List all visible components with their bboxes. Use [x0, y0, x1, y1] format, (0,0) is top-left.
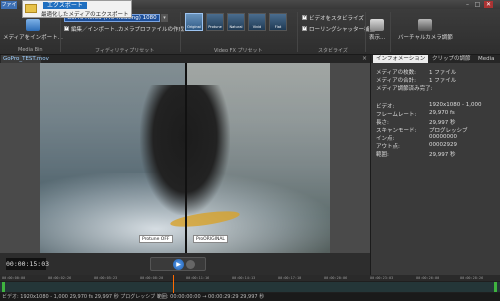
- display-button[interactable]: 表示...: [369, 19, 385, 41]
- timeline-tick: 00:00:23:03: [370, 276, 394, 280]
- info-panel: インフォメーション クリップの調節 Media メディアの枚数: 1 ファイル …: [370, 55, 500, 275]
- timeline-track[interactable]: [0, 282, 500, 292]
- fidelity-preset-group-label: フィディリティプリセット: [95, 48, 155, 54]
- split-divider[interactable]: [185, 63, 187, 253]
- rolling-shutter-checkbox[interactable]: [302, 25, 307, 31]
- import-icon: [25, 19, 40, 31]
- export-optimized-media-item[interactable]: 最適化したメディアのエクスポート: [41, 10, 128, 18]
- divider: [180, 12, 181, 52]
- stabilize-checkbox[interactable]: [302, 14, 307, 20]
- viewer-controls: 00:00:15:03 ▶: [0, 253, 370, 275]
- video-frame[interactable]: Protune OFF ProORIGINAL: [40, 63, 330, 253]
- out-point-marker[interactable]: [494, 282, 497, 292]
- export-dropdown: エクスポート 最適化したメディアのエクスポート: [22, 0, 132, 18]
- info-label: アウト点:: [376, 144, 400, 150]
- timeline[interactable]: 00:00:00:00 00:00:02:26 00:00:05:23 00:0…: [0, 275, 500, 293]
- video-viewer: Protune OFF ProORIGINAL: [0, 63, 370, 253]
- close-tab-icon[interactable]: ×: [362, 55, 367, 63]
- divider: [60, 12, 61, 52]
- in-point-marker[interactable]: [2, 282, 5, 292]
- info-value: 1 ファイル: [429, 70, 457, 76]
- info-value: 1920x1080 - 1,000: [429, 102, 482, 108]
- video-fx-preset-group-label: Video FX プリセット: [214, 48, 263, 54]
- info-label: 範囲:: [376, 152, 389, 158]
- info-label: スキャンモード:: [376, 128, 417, 134]
- preset-label: Vivid: [252, 25, 262, 29]
- divider: [390, 12, 391, 52]
- media-bin-group-label: Media Bin: [18, 47, 43, 53]
- info-value: プログレッシブ: [429, 128, 468, 134]
- status-bar: ビデオ: 1920x1080 - 1,000 29,970 fs 29,997 …: [0, 293, 500, 301]
- preset-vivid[interactable]: Vivid: [248, 13, 266, 31]
- preset-natural[interactable]: Natural: [227, 13, 245, 31]
- import-media-button[interactable]: メディアをインポート...: [3, 19, 63, 41]
- file-menu-button[interactable]: ファイル: [1, 1, 17, 16]
- transport-controls: ▶: [150, 257, 206, 271]
- virtual-camera-button[interactable]: バーチャルカメラ調節: [398, 19, 453, 41]
- tab-information[interactable]: インフォメーション: [373, 55, 429, 63]
- timecode-display: 00:00:15:03: [6, 258, 50, 270]
- info-label: メディアの枚数:: [376, 70, 416, 76]
- info-label: イン点:: [376, 136, 395, 142]
- stabilize-label: ビデオをスタビライズ: [309, 16, 364, 22]
- chevron-down-icon[interactable]: ▾: [161, 14, 168, 22]
- preset-label: Natural: [229, 25, 243, 29]
- camera-icon: [418, 19, 433, 31]
- export-menu-title[interactable]: エクスポート: [43, 2, 87, 9]
- timeline-tick: 00:00:14:13: [232, 276, 256, 280]
- panel-tabs: インフォメーション クリップの調節 Media: [371, 55, 500, 63]
- info-value: 1 ファイル: [429, 78, 457, 84]
- preset-label: Flat: [274, 25, 282, 29]
- import-media-label: メディアをインポート...: [3, 35, 63, 41]
- virtual-camera-label: バーチャルカメラ調節: [398, 35, 453, 41]
- after-tag: ProORIGINAL: [193, 235, 228, 243]
- preset-label: Original: [187, 25, 201, 29]
- close-icon[interactable]: ✕: [484, 1, 493, 8]
- display-icon: [370, 19, 385, 31]
- timeline-ruler[interactable]: 00:00:00:00 00:00:02:26 00:00:05:23 00:0…: [0, 275, 500, 281]
- timeline-tick: 00:00:05:23: [94, 276, 118, 280]
- viewer-tab-bar: GoPro_TEST.mov ×: [0, 55, 370, 63]
- info-value: 29,997 秒: [429, 152, 456, 158]
- timeline-tick: 00:00:00:00: [2, 276, 26, 280]
- timeline-tick: 00:00:02:26: [48, 276, 72, 280]
- preset-original[interactable]: Original: [185, 13, 203, 31]
- folder-icon: [25, 4, 37, 13]
- playhead[interactable]: [173, 275, 174, 293]
- edit-import-label: 編集／インポート...: [71, 27, 121, 33]
- info-value: 00000000: [429, 134, 457, 140]
- info-value: 29,970 fs: [429, 110, 455, 116]
- tab-clip-adjust[interactable]: クリップの調節: [429, 55, 474, 63]
- info-value: 29,997 秒: [429, 120, 456, 126]
- timeline-tick: 00:00:26:00: [416, 276, 440, 280]
- timeline-tick: 00:00:20:06: [324, 276, 348, 280]
- info-value: 00002929: [429, 142, 457, 148]
- tab-media[interactable]: Media: [475, 55, 498, 63]
- display-label: 表示...: [369, 35, 386, 41]
- divider: [365, 12, 366, 52]
- before-tag: Protune OFF: [139, 235, 173, 243]
- timeline-tick: 00:00:08:20: [140, 276, 164, 280]
- divider: [297, 12, 298, 52]
- info-label: フレームレート:: [376, 112, 417, 118]
- info-label: ビデオ:: [376, 104, 395, 110]
- maximize-icon[interactable]: □: [473, 1, 482, 8]
- file-tab[interactable]: GoPro_TEST.mov: [1, 55, 49, 63]
- info-label: メディア調節済み完了:: [376, 86, 433, 92]
- camera-profile-label[interactable]: カメラプロファイルの作成: [118, 25, 184, 33]
- timeline-tick: 00:00:17:10: [278, 276, 302, 280]
- info-label: 長さ:: [376, 120, 389, 126]
- loop-icon[interactable]: [186, 260, 195, 269]
- preset-label: Protune: [208, 25, 222, 29]
- minimize-icon[interactable]: –: [463, 1, 472, 8]
- stabilize-group-label: スタビライズ: [318, 48, 348, 54]
- edit-import-checkbox[interactable]: [64, 25, 69, 31]
- preset-protune[interactable]: Protune: [206, 13, 224, 31]
- preset-flat[interactable]: Flat: [269, 13, 287, 31]
- play-icon[interactable]: ▶: [173, 259, 184, 270]
- timeline-tick: 00:00:28:26: [460, 276, 484, 280]
- info-label: メディアの合計:: [376, 78, 416, 84]
- timeline-tick: 00:00:11:16: [186, 276, 210, 280]
